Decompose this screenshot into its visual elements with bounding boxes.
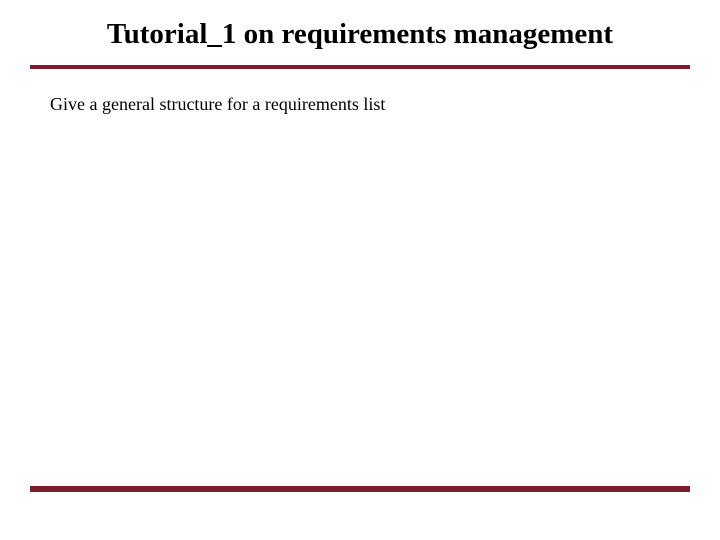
- slide-title: Tutorial_1 on requirements management: [0, 0, 720, 65]
- bottom-divider: [30, 486, 690, 492]
- slide-body-text: Give a general structure for a requireme…: [0, 69, 720, 116]
